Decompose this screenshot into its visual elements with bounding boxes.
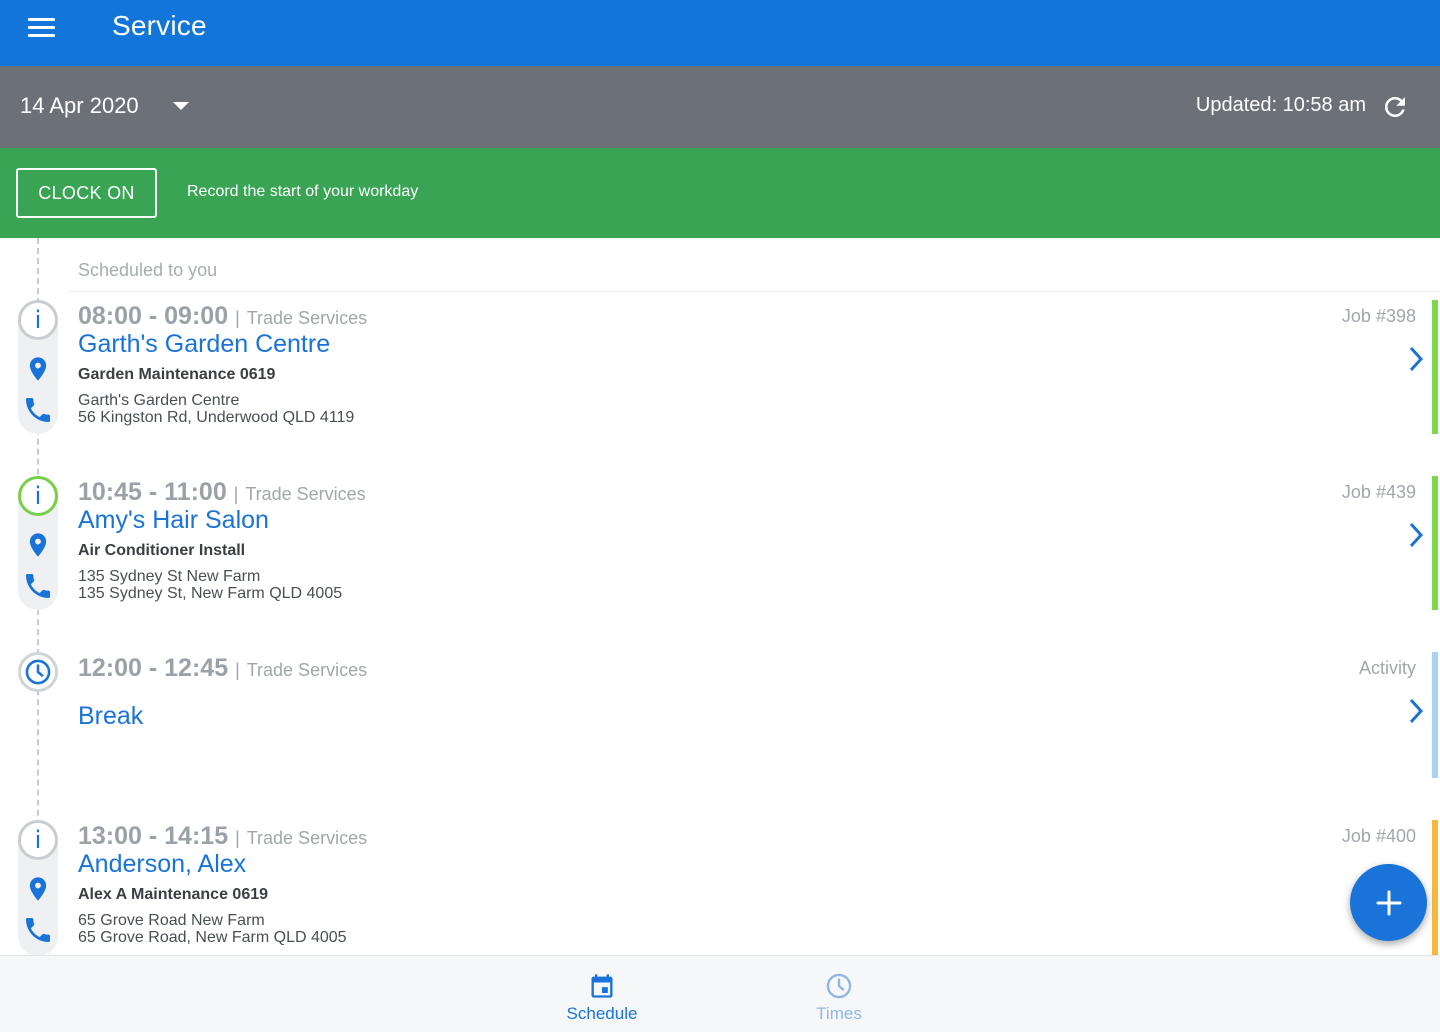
service-type: Trade Services (246, 660, 368, 680)
schedule-card[interactable]: i 10:45 - 11:00 | Trade Services Amy's H… (0, 472, 1440, 612)
bottom-navigation: Schedule Times (0, 955, 1440, 1032)
location-pin-icon[interactable] (24, 352, 52, 386)
client-name[interactable]: Garth's Garden Centre (78, 330, 330, 359)
app-root: Service 14 Apr 2020 Updated: 10:58 am CL… (0, 0, 1440, 1032)
status-indicator (1432, 652, 1438, 778)
phone-icon[interactable] (22, 570, 54, 602)
job-number: Job #398 (1341, 306, 1416, 326)
app-bar: Service (0, 0, 1440, 66)
clock-glyph-icon (25, 659, 51, 685)
nav-tab-schedule[interactable]: Schedule (522, 956, 682, 1032)
divider (68, 291, 1440, 292)
service-type: Trade Services (245, 484, 366, 504)
time-range: 10:45 - 11:00 | Trade Services (78, 478, 366, 507)
client-name[interactable]: Anderson, Alex (78, 850, 246, 879)
caret-down-icon (172, 102, 189, 110)
status-indicator (1432, 300, 1438, 434)
section-label: Scheduled to you (78, 260, 218, 280)
nav-label: Schedule (566, 1004, 638, 1023)
nav-label: Times (816, 1004, 862, 1023)
job-title: Alex A Maintenance 0619 (78, 886, 269, 903)
info-icon[interactable]: i (18, 476, 58, 516)
address-line-2: 135 Sydney St, New Farm QLD 4005 (78, 585, 343, 602)
separator: | (233, 484, 239, 504)
clock-icon (826, 973, 852, 999)
chevron-right-icon[interactable] (1406, 520, 1426, 550)
time-range: 13:00 - 14:15 | Trade Services (78, 822, 367, 851)
address-line-1: 65 Grove Road New Farm (78, 912, 265, 929)
clock-on-description: Record the start of your workday (187, 183, 419, 200)
schedule-card[interactable]: i 13:00 - 14:15 | Trade Services Anderso… (0, 816, 1440, 956)
status-indicator (1432, 476, 1438, 610)
address-line-1: Garth's Garden Centre (78, 392, 240, 409)
job-title: Garden Maintenance 0619 (78, 366, 276, 383)
separator: | (235, 308, 240, 328)
chevron-right-icon[interactable] (1406, 344, 1426, 374)
activity-name[interactable]: Break (78, 702, 143, 731)
address-line-2: 65 Grove Road, New Farm QLD 4005 (78, 929, 347, 946)
client-name[interactable]: Amy's Hair Salon (78, 506, 269, 535)
info-icon[interactable]: i (18, 300, 58, 340)
chevron-right-icon[interactable] (1406, 696, 1426, 726)
job-title: Air Conditioner Install (78, 542, 246, 559)
job-number: Job #400 (1341, 826, 1416, 846)
service-type: Trade Services (246, 308, 368, 328)
job-number: Activity (1358, 658, 1416, 678)
page-title: Service (112, 10, 207, 41)
date-bar: 14 Apr 2020 Updated: 10:58 am (0, 66, 1440, 148)
phone-icon[interactable] (22, 914, 54, 946)
menu-icon[interactable] (26, 14, 58, 42)
time-range: 08:00 - 09:00 | Trade Services (78, 302, 367, 331)
time-text: 13:00 - 14:15 (78, 822, 229, 850)
updated-timestamp: Updated: 10:58 am (1195, 94, 1366, 116)
time-text: 10:45 - 11:00 (78, 478, 227, 506)
date-dropdown[interactable]: 14 Apr 2020 (20, 93, 189, 119)
phone-icon[interactable] (22, 394, 54, 426)
clock-icon (18, 652, 58, 692)
service-type: Trade Services (246, 828, 368, 848)
plus-icon (1376, 890, 1401, 915)
schedule-card[interactable]: 12:00 - 12:45 | Trade Services Break Act… (0, 648, 1440, 780)
add-button[interactable] (1350, 864, 1427, 941)
time-text: 12:00 - 12:45 (78, 654, 229, 682)
refresh-icon[interactable] (1380, 92, 1410, 122)
clock-on-button[interactable]: CLOCK ON (16, 168, 157, 218)
address-line-2: 56 Kingston Rd, Underwood QLD 4119 (78, 409, 355, 426)
calendar-icon (591, 974, 613, 998)
time-range: 12:00 - 12:45 | Trade Services (78, 654, 367, 683)
selected-date: 14 Apr 2020 (20, 93, 139, 118)
address-line-1: 135 Sydney St New Farm (78, 568, 261, 585)
separator: | (235, 660, 240, 680)
info-icon[interactable]: i (18, 820, 58, 860)
job-number: Job #439 (1341, 482, 1416, 502)
location-pin-icon[interactable] (24, 872, 52, 906)
time-text: 08:00 - 09:00 (78, 302, 229, 330)
separator: | (235, 828, 240, 848)
schedule-card[interactable]: i 08:00 - 09:00 | Trade Services Garth's… (0, 296, 1440, 436)
nav-tab-times[interactable]: Times (759, 956, 919, 1032)
clock-on-banner: CLOCK ON Record the start of your workda… (0, 148, 1440, 238)
location-pin-icon[interactable] (24, 528, 52, 562)
status-indicator (1432, 820, 1438, 956)
